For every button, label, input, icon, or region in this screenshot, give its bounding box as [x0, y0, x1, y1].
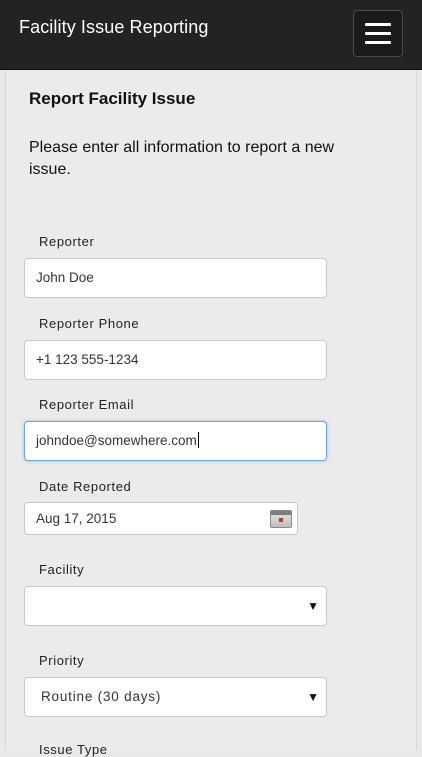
reporter-email-value: johndoe@somewhere.com — [36, 433, 197, 448]
dropdown-arrow-icon: ▼ — [307, 599, 319, 613]
reporter-email-label: Reporter Email — [39, 397, 135, 412]
dropdown-arrow-icon: ▼ — [307, 690, 319, 704]
form-intro: Please enter all information to report a… — [29, 139, 335, 178]
reporter-label: Reporter — [39, 234, 95, 249]
date-reported-label: Date Reported — [39, 479, 132, 494]
facility-select[interactable]: ▼ — [24, 586, 327, 626]
top-navbar: Facility Issue Reporting — [0, 0, 422, 70]
priority-label: Priority — [39, 653, 85, 668]
menu-button[interactable] — [353, 10, 403, 57]
calendar-icon[interactable] — [270, 510, 292, 528]
reporter-phone-value: +1 123 555-1234 — [36, 352, 139, 367]
app-title: Facility Issue Reporting — [19, 17, 209, 37]
reporter-input[interactable]: John Doe — [24, 258, 327, 298]
date-reported-value: Aug 17, 2015 — [36, 511, 117, 526]
facility-label: Facility — [39, 562, 85, 577]
reporter-phone-label: Reporter Phone — [39, 316, 140, 331]
priority-select[interactable]: Routine (30 days) ▼ — [24, 677, 327, 717]
date-reported-input[interactable]: Aug 17, 2015 — [24, 502, 298, 535]
form-heading: Report Facility Issue — [29, 89, 196, 108]
reporter-phone-input[interactable]: +1 123 555-1234 — [24, 340, 327, 380]
text-caret — [197, 432, 199, 448]
reporter-email-input[interactable]: johndoe@somewhere.com — [24, 421, 327, 461]
reporter-value: John Doe — [36, 270, 94, 285]
priority-value: Routine (30 days) — [41, 689, 162, 704]
